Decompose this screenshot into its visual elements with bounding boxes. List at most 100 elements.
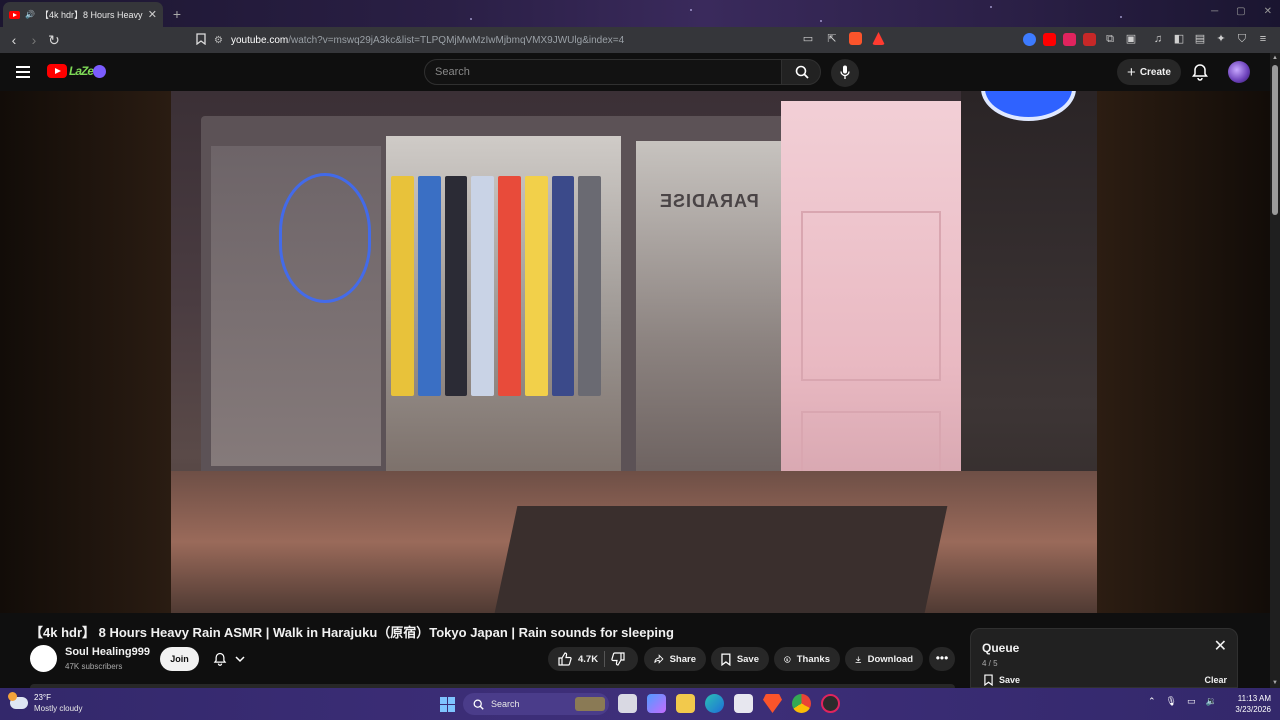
weather-widget[interactable]: 23°F Mostly cloudy: [8, 692, 82, 714]
queue-title: Queue: [982, 641, 1020, 655]
vpn-shield-icon[interactable]: ⛉: [1235, 32, 1249, 46]
screenshot-icon[interactable]: ▣: [1124, 32, 1138, 46]
youtube-logo[interactable]: LaZe: [47, 64, 107, 78]
extension-globe-icon[interactable]: [1023, 32, 1036, 46]
like-divider: [604, 651, 606, 667]
speaker-icon[interactable]: 🔊: [25, 10, 35, 19]
extensions-bar: ⧉ ▣ ♫ ◧ ▤ ✦ ⛉ ≡: [1023, 32, 1270, 46]
forward-icon[interactable]: ›: [24, 30, 44, 50]
cast-icon[interactable]: ▭: [801, 32, 815, 46]
dislike-icon[interactable]: [611, 652, 625, 666]
site-info-icon[interactable]: ⚙: [214, 35, 223, 46]
brave-rewards-icon[interactable]: [872, 32, 885, 45]
edge-icon[interactable]: [705, 694, 724, 713]
hamburger-menu-icon[interactable]: [16, 66, 30, 78]
brave-icon[interactable]: [763, 694, 782, 713]
puzzle-extensions-icon[interactable]: ⧉: [1103, 32, 1117, 46]
maximize-icon[interactable]: ▢: [1236, 6, 1245, 17]
taskbar-clock[interactable]: 11:13 AM 3/23/2026: [1223, 693, 1271, 715]
taskbar-search-label: Search: [491, 699, 520, 709]
tray-display-icon[interactable]: ▭: [1187, 696, 1196, 707]
tray-volume-icon[interactable]: 🔉: [1206, 696, 1217, 707]
copilot-icon[interactable]: [647, 694, 666, 713]
browser-tab-strip: 🔊 【4k hdr】8 Hours Heavy Rain ✕ + ─ ▢ ✕: [0, 0, 1280, 27]
chevron-down-icon: [235, 655, 245, 662]
leo-ai-icon[interactable]: ✦: [1214, 32, 1228, 46]
voice-search-button[interactable]: [831, 59, 859, 87]
url-host: youtube.com: [230, 34, 289, 46]
microphone-icon: [840, 65, 850, 79]
subscription-notifications-button[interactable]: [207, 647, 253, 671]
thanks-icon: $: [784, 655, 791, 663]
save-button[interactable]: Save: [711, 647, 769, 671]
tray-mic-icon[interactable]: 🎙: [1166, 696, 1177, 707]
queue-clear-button[interactable]: Clear: [1204, 675, 1227, 685]
like-icon[interactable]: [558, 652, 572, 666]
search-icon: [795, 65, 809, 79]
more-actions-button[interactable]: •••: [929, 647, 955, 671]
share-page-icon[interactable]: ⇱: [825, 32, 839, 46]
new-tab-button[interactable]: +: [168, 5, 186, 23]
youtube-play-logo-icon: [47, 64, 67, 78]
chrome-icon[interactable]: [792, 694, 811, 713]
search-button[interactable]: [781, 59, 821, 85]
file-explorer-icon[interactable]: [676, 694, 695, 713]
queue-save-button[interactable]: Save: [984, 674, 1020, 686]
extension-youtube-icon[interactable]: [1043, 32, 1056, 46]
reload-icon[interactable]: ↻: [44, 30, 64, 50]
task-view-icon[interactable]: [618, 694, 637, 713]
wallet-icon[interactable]: ▤: [1193, 32, 1207, 46]
download-button[interactable]: Download: [845, 647, 923, 671]
extension-red-icon[interactable]: [1063, 32, 1076, 46]
url-path: /watch?v=mswq29jA3kc&list=TLPQMjMwMzIwMj…: [288, 34, 625, 46]
thanks-button[interactable]: $ Thanks: [774, 647, 840, 671]
ambient-glow-right: [1097, 91, 1270, 613]
page-scrollbar[interactable]: ▲ ▼: [1270, 53, 1280, 688]
notifications-bell-icon[interactable]: [1191, 63, 1209, 81]
microsoft-store-icon[interactable]: [734, 694, 753, 713]
search-input[interactable]: Search: [424, 59, 782, 85]
scene-wooden-step: [494, 506, 948, 613]
address-bar-actions: ▭ ⇱: [801, 32, 885, 46]
taskbar-search[interactable]: Search: [463, 693, 609, 715]
scroll-up-icon[interactable]: ▲: [1272, 55, 1278, 61]
browser-menu-icon[interactable]: ≡: [1256, 32, 1270, 46]
windows-start-icon[interactable]: [440, 697, 455, 712]
video-player[interactable]: PARADISE: [171, 91, 1097, 613]
obs-icon[interactable]: [821, 694, 840, 713]
window-close-icon[interactable]: ✕: [1264, 6, 1272, 17]
create-button[interactable]: + Create: [1117, 59, 1181, 85]
bookmark-icon[interactable]: [196, 32, 206, 48]
window-controls: ─ ▢ ✕: [1211, 6, 1272, 17]
save-label: Save: [736, 653, 759, 665]
doodle-badge-icon: [93, 64, 107, 78]
queue-save-icon: [984, 674, 993, 686]
windows-taskbar: 23°F Mostly cloudy Search ⌃ 🎙 ▭ 🔉 11:13 …: [0, 688, 1280, 720]
brave-shields-icon[interactable]: [849, 32, 862, 45]
scroll-down-icon[interactable]: ▼: [1272, 680, 1278, 686]
taskbar-search-icon: [473, 699, 484, 710]
save-bookmark-icon: [721, 652, 731, 666]
queue-close-icon[interactable]: ✕: [1214, 639, 1227, 655]
account-avatar[interactable]: [1228, 61, 1250, 83]
queue-position: 4 / 5: [982, 659, 998, 668]
sidebar-icon[interactable]: ◧: [1172, 32, 1186, 46]
channel-name[interactable]: Soul Healing999: [65, 646, 150, 658]
browser-toolbar: ‹ › ↻ ⚙ youtube.com/watch?v=mswq29jA3kc&…: [0, 27, 1280, 53]
weather-temperature: 23°F: [34, 693, 51, 702]
back-icon[interactable]: ‹: [4, 30, 24, 50]
tab-close-icon[interactable]: ✕: [148, 8, 157, 21]
youtube-doodle-logo: LaZe: [69, 64, 94, 78]
extension-badge-icon[interactable]: [1083, 32, 1096, 46]
minimize-icon[interactable]: ─: [1211, 6, 1218, 17]
browser-tab-active[interactable]: 🔊 【4k hdr】8 Hours Heavy Rain ✕: [3, 2, 163, 27]
like-count[interactable]: 4.7K: [578, 654, 598, 665]
background-star: [820, 20, 822, 22]
system-tray: ⌃ 🎙 ▭ 🔉: [1148, 696, 1217, 707]
media-controls-icon[interactable]: ♫: [1151, 32, 1165, 46]
scrollbar-thumb[interactable]: [1272, 65, 1278, 215]
channel-avatar[interactable]: [30, 645, 57, 672]
tray-overflow-icon[interactable]: ⌃: [1148, 696, 1156, 707]
share-button[interactable]: Share: [644, 647, 706, 671]
join-button[interactable]: Join: [160, 647, 199, 671]
